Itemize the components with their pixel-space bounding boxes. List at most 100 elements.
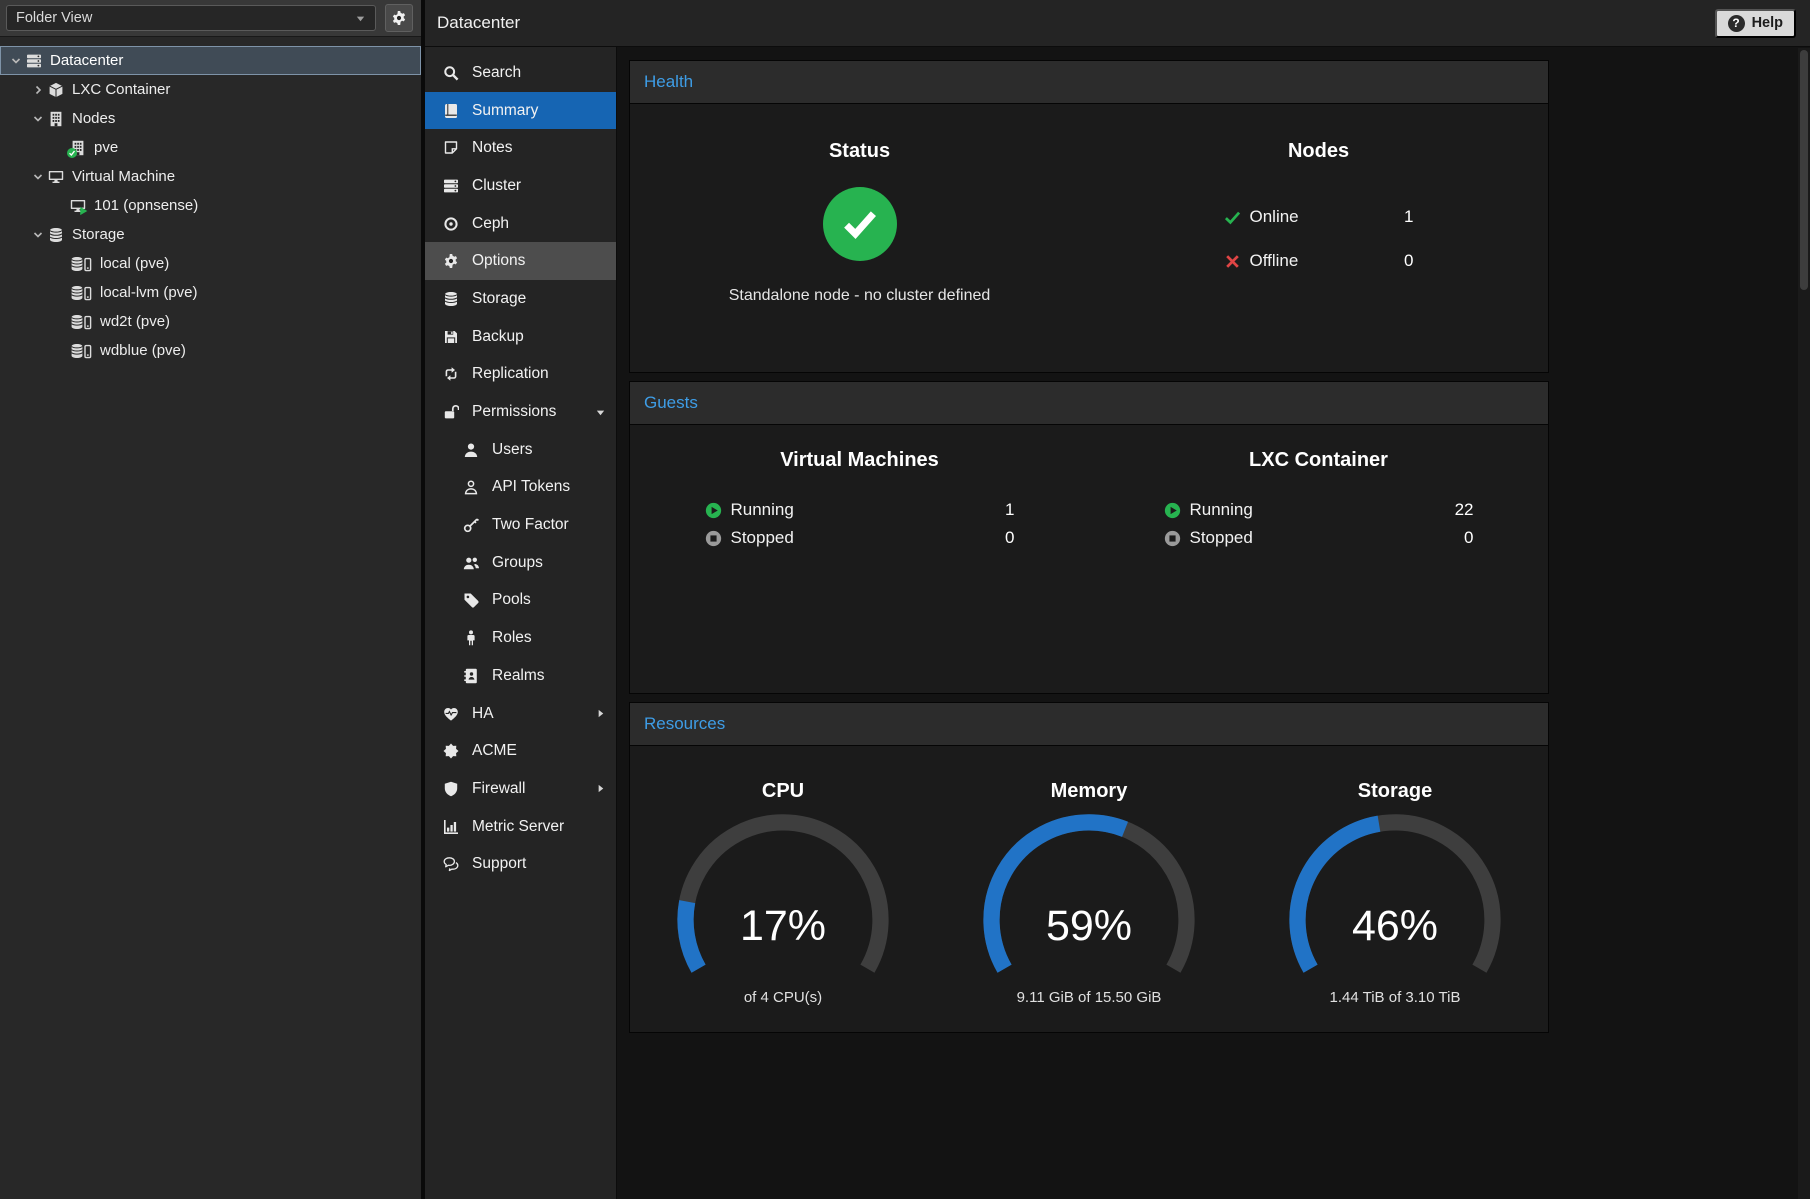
- memory-gauge: Memory 59% 9.11 GiB of 15.50 GiB: [936, 780, 1242, 1032]
- menu-item-label: HA: [472, 705, 494, 723]
- stat-value: 0: [1005, 528, 1014, 548]
- database-icon: [443, 291, 459, 307]
- menu-item-label: Permissions: [472, 403, 556, 421]
- menu-item-label: API Tokens: [492, 478, 570, 496]
- storage-percent: 46%: [1270, 905, 1520, 948]
- lxc-running-row: Running 22: [1164, 496, 1474, 524]
- tree-item-virtual-machine[interactable]: Virtual Machine: [0, 162, 421, 191]
- scrollbar[interactable]: [1798, 48, 1810, 1199]
- menu-item-search[interactable]: Search: [425, 54, 616, 92]
- tree-item-lxc-container[interactable]: LXC Container: [0, 75, 421, 104]
- stop-circle-icon: [705, 530, 722, 547]
- menu-item-roles[interactable]: Roles: [425, 619, 616, 657]
- chevron-down-icon[interactable]: [8, 53, 24, 69]
- menu-item-users[interactable]: Users: [425, 431, 616, 469]
- menu-item-metric-server[interactable]: Metric Server: [425, 808, 616, 846]
- question-icon: ?: [1728, 15, 1745, 32]
- storage-subtitle: 1.44 TiB of 3.10 TiB: [1330, 989, 1461, 1006]
- cluster-icon: [443, 178, 459, 194]
- menu-item-two-factor[interactable]: Two Factor: [425, 506, 616, 544]
- cpu-gauge-dial: 17%: [658, 807, 908, 989]
- summary-content: Health Status Standalone node - no clust…: [617, 47, 1810, 1199]
- shield-icon: [443, 781, 459, 797]
- tree-item-storage[interactable]: Storage: [0, 220, 421, 249]
- user-icon: [463, 442, 479, 458]
- guests-panel: Guests Virtual Machines Running 1: [629, 381, 1549, 694]
- lxc-container-heading: LXC Container: [1249, 449, 1388, 472]
- tree-item-label: Datacenter: [50, 52, 123, 69]
- heartbeat-icon: [443, 706, 459, 722]
- tree-item-label: local (pve): [100, 255, 169, 272]
- folder-view-select[interactable]: Folder View: [6, 5, 376, 31]
- main-area: Datacenter ? Help Search Summary Not: [425, 0, 1810, 1199]
- tree-toolbar: Folder View: [0, 0, 421, 37]
- menu-item-summary[interactable]: Summary: [425, 92, 616, 130]
- cross-icon: [1224, 253, 1241, 270]
- tree-item-wdblue-pve[interactable]: wdblue (pve): [0, 336, 421, 365]
- tree-settings-button[interactable]: [385, 4, 413, 32]
- health-panel-body: Status Standalone node - no cluster defi…: [630, 104, 1548, 372]
- menu-item-label: ACME: [472, 742, 517, 760]
- gear-icon: [391, 10, 407, 26]
- stat-value: 1: [1404, 207, 1413, 227]
- tree-item-101-opnsense[interactable]: 101 (opnsense): [0, 191, 421, 220]
- tree-item-nodes[interactable]: Nodes: [0, 104, 421, 133]
- ceph-icon: [443, 216, 459, 232]
- content-header: Datacenter ? Help: [425, 0, 1810, 47]
- menu-item-permissions[interactable]: Permissions: [425, 393, 616, 431]
- tree-item-label: Storage: [72, 226, 125, 243]
- menu-item-realms[interactable]: Realms: [425, 657, 616, 695]
- gear-icon: [443, 253, 459, 269]
- vm-stopped-row: Stopped 0: [705, 524, 1015, 552]
- stat-value: 0: [1404, 251, 1413, 271]
- chevron-down-icon[interactable]: [30, 111, 46, 127]
- building-icon: [48, 111, 64, 127]
- status-message: Standalone node - no cluster defined: [729, 287, 991, 305]
- menu-item-options[interactable]: Options: [425, 242, 616, 280]
- tree-item-local-pve[interactable]: local (pve): [0, 249, 421, 278]
- memory-gauge-dial: 59%: [964, 807, 1214, 989]
- tree-item-label: 101 (opnsense): [94, 197, 198, 214]
- chevron-down-icon[interactable]: [30, 169, 46, 185]
- guests-panel-header: Guests: [630, 382, 1548, 425]
- menu-item-ceph[interactable]: Ceph: [425, 205, 616, 243]
- chevron-down-icon[interactable]: [30, 227, 46, 243]
- tree-item-wd2t-pve[interactable]: wd2t (pve): [0, 307, 421, 336]
- tree-item-label: Virtual Machine: [72, 168, 175, 185]
- status-ok-icon: [823, 187, 897, 261]
- health-panel-header: Health: [630, 61, 1548, 104]
- menu-item-cluster[interactable]: Cluster: [425, 167, 616, 205]
- caret-down-icon: [595, 407, 606, 418]
- user-outline-icon: [463, 479, 479, 495]
- menu-item-label: Notes: [472, 139, 513, 157]
- book-icon: [443, 103, 459, 119]
- tag-icon: [463, 592, 479, 608]
- stop-circle-icon: [1164, 530, 1181, 547]
- menu-item-notes[interactable]: Notes: [425, 129, 616, 167]
- tree-item-local-lvm-pve[interactable]: local-lvm (pve): [0, 278, 421, 307]
- menu-item-support[interactable]: Support: [425, 845, 616, 883]
- folder-view-value: Folder View: [16, 10, 92, 26]
- menu-item-ha[interactable]: HA: [425, 695, 616, 733]
- menu-item-api-tokens[interactable]: API Tokens: [425, 469, 616, 507]
- stat-label-text: Stopped: [731, 528, 794, 548]
- menu-item-pools[interactable]: Pools: [425, 582, 616, 620]
- chevron-right-icon[interactable]: [30, 82, 46, 98]
- menu-item-storage[interactable]: Storage: [425, 280, 616, 318]
- menu-item-acme[interactable]: ACME: [425, 732, 616, 770]
- tree-item-pve[interactable]: pve: [0, 133, 421, 162]
- menu-item-firewall[interactable]: Firewall: [425, 770, 616, 808]
- scrollbar-thumb[interactable]: [1800, 50, 1808, 290]
- stat-label-text: Running: [1190, 500, 1253, 520]
- database-icon: [48, 227, 64, 243]
- tree-item-label: local-lvm (pve): [100, 284, 198, 301]
- tree-item-label: wd2t (pve): [100, 313, 170, 330]
- menu-item-label: Realms: [492, 667, 545, 685]
- menu-item-groups[interactable]: Groups: [425, 544, 616, 582]
- nodes-offline-row: Offline 0: [1224, 247, 1414, 275]
- tree-item-datacenter[interactable]: Datacenter: [0, 46, 421, 75]
- help-button[interactable]: ? Help: [1715, 9, 1796, 38]
- menu-item-replication[interactable]: Replication: [425, 356, 616, 394]
- note-icon: [443, 140, 459, 156]
- menu-item-backup[interactable]: Backup: [425, 318, 616, 356]
